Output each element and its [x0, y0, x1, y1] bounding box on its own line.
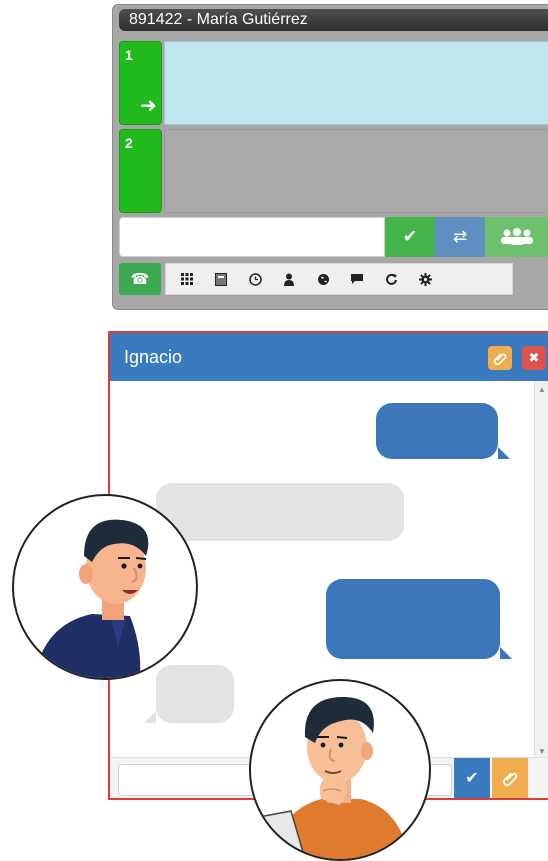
message-outgoing	[376, 403, 498, 459]
chat-scrollbar[interactable]: ▲ ▼	[534, 381, 548, 758]
chat-header: Ignacio ✖	[110, 333, 548, 381]
line-1-display[interactable]	[164, 41, 548, 125]
globe-icon[interactable]	[310, 268, 336, 290]
refresh-icon[interactable]	[378, 268, 404, 290]
chat-icon[interactable]	[344, 268, 370, 290]
dial-input[interactable]	[119, 217, 385, 257]
softphone-panel: 891422 - María Gutiérrez 1 ➜ 2 ✔ ⇄ ☎	[112, 4, 548, 310]
user-icon[interactable]	[276, 268, 302, 290]
customer-avatar	[249, 679, 431, 861]
keypad-icon[interactable]	[174, 268, 200, 290]
message-incoming	[156, 665, 234, 723]
header-attach-button[interactable]	[488, 346, 512, 370]
dial-row: ✔ ⇄	[119, 217, 548, 259]
arrow-right-icon: ➜	[140, 95, 157, 117]
message-outgoing	[326, 579, 500, 659]
send-button[interactable]: ✔	[454, 758, 490, 798]
message-incoming	[156, 483, 404, 541]
phone-line-2[interactable]: 2	[119, 129, 548, 213]
line-2-display[interactable]	[164, 129, 548, 213]
close-chat-button[interactable]: ✖	[522, 346, 546, 370]
scroll-up-icon[interactable]: ▲	[538, 385, 546, 394]
line-2-indicator[interactable]: 2	[119, 129, 162, 213]
chat-contact-name: Ignacio	[124, 347, 183, 367]
agent-avatar	[12, 494, 198, 680]
accept-call-button[interactable]: ✔	[385, 217, 435, 257]
clock-icon[interactable]	[242, 268, 268, 290]
bubble-tail	[144, 711, 156, 723]
directory-icon[interactable]	[208, 268, 234, 290]
phone-line-1[interactable]: 1 ➜	[119, 41, 548, 125]
scroll-down-icon[interactable]: ▼	[538, 747, 546, 756]
phone-title-bar: 891422 - María Gutiérrez	[119, 9, 548, 31]
attach-file-button[interactable]	[492, 758, 528, 798]
phone-toolbar: ☎	[119, 263, 548, 295]
phone-icon: ☎	[130, 271, 150, 288]
call-button[interactable]: ☎	[119, 263, 161, 295]
bubble-tail	[500, 647, 512, 659]
transfer-call-button[interactable]: ⇄	[435, 217, 485, 257]
man-smiling-illustration	[34, 519, 149, 678]
line-1-number: 1	[125, 47, 133, 63]
paperclip-icon	[493, 353, 507, 365]
check-icon: ✔	[465, 770, 479, 787]
close-icon: ✖	[528, 350, 540, 365]
transfer-arrows-icon: ⇄	[452, 227, 468, 246]
group-icon	[501, 228, 533, 245]
gear-icon[interactable]	[412, 268, 438, 290]
paperclip-icon	[503, 772, 518, 786]
tool-strip	[165, 263, 513, 295]
check-icon: ✔	[402, 227, 418, 246]
conference-button[interactable]	[485, 217, 548, 257]
bubble-tail	[498, 447, 510, 459]
line-2-number: 2	[125, 135, 133, 151]
line-1-indicator[interactable]: 1 ➜	[119, 41, 162, 125]
man-thinking-illustration	[258, 697, 409, 859]
